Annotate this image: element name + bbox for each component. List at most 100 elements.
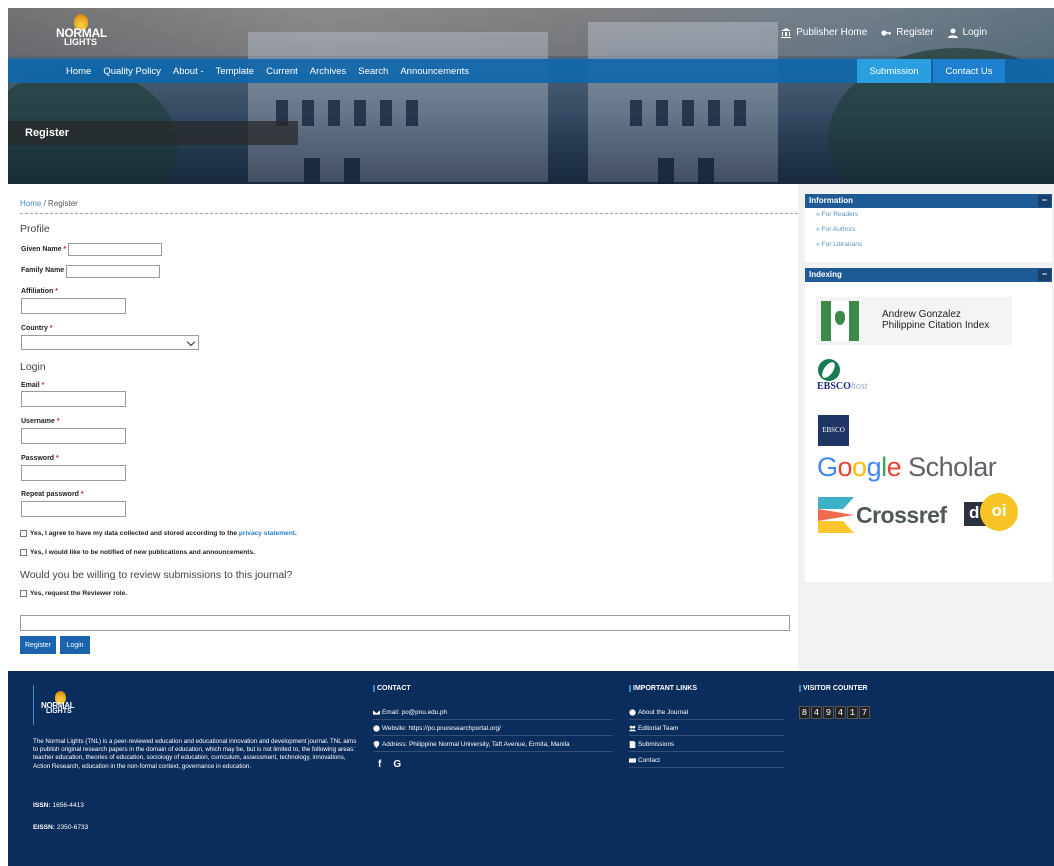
information-panel-header: Information − xyxy=(805,194,1052,208)
info-circle-icon xyxy=(629,709,636,716)
counter-digit: 9 xyxy=(823,706,834,719)
login-label: Login xyxy=(962,27,987,38)
for-librarians-link[interactable]: » For Librarians xyxy=(816,241,862,248)
key-icon xyxy=(881,29,892,36)
register-label: Register xyxy=(896,27,934,38)
information-panel: » For Readers » For Authors » For Librar… xyxy=(805,208,1052,262)
for-authors-link[interactable]: » For Authors xyxy=(816,226,856,233)
top-links: Publisher Home Register Login xyxy=(781,27,987,38)
journal-logo[interactable]: NORMAL LIGHTS xyxy=(56,14,116,47)
important-links-title: IMPORTANT LINKS xyxy=(629,685,697,692)
submissions-link[interactable]: Submissions xyxy=(629,741,784,752)
given-name-input[interactable] xyxy=(68,243,162,256)
breadcrumb-home[interactable]: Home xyxy=(20,199,41,208)
contact-us-button[interactable]: Contact Us xyxy=(933,59,1005,83)
reviewer-label: Yes, request the Reviewer role. xyxy=(30,590,128,597)
editorial-team-link[interactable]: Editorial Team xyxy=(629,725,784,736)
globe-icon xyxy=(373,725,380,732)
privacy-statement-link[interactable]: privacy statement xyxy=(239,530,295,537)
visitor-counter-title: VISITOR COUNTER xyxy=(799,685,867,692)
nav-home[interactable]: Home xyxy=(66,66,91,77)
nav-search[interactable]: Search xyxy=(358,66,388,77)
nav-announcements[interactable]: Announcements xyxy=(400,66,469,77)
contact-email[interactable]: Email: po@pnu.edu.ph xyxy=(373,709,613,720)
agpci-logo[interactable]: Andrew Gonzalez Philippine Citation Inde… xyxy=(816,297,1012,345)
privacy-consent-label: Yes, I agree to have my data collected a… xyxy=(30,530,297,537)
google-scholar-logo[interactable]: Google Scholar xyxy=(817,452,997,483)
username-label: Username * xyxy=(21,418,60,425)
eissn: EISSN: 2350-6733 xyxy=(33,824,89,831)
about-journal-link[interactable]: About the Journal xyxy=(629,709,784,720)
country-label: Country * xyxy=(21,325,53,332)
breadcrumb-current: Register xyxy=(48,199,78,208)
ebsco-logo[interactable]: EBSCO xyxy=(818,415,849,446)
password-label: Password * xyxy=(21,455,59,462)
breadcrumb-divider xyxy=(20,213,798,214)
contact-link[interactable]: Contact xyxy=(629,757,784,768)
counter-digit: 8 xyxy=(799,706,810,719)
privacy-consent-checkbox[interactable] xyxy=(20,530,27,537)
country-select[interactable] xyxy=(21,335,199,350)
counter-digit: 1 xyxy=(847,706,858,719)
nav-template[interactable]: Template xyxy=(216,66,255,77)
ebscohost-logo[interactable]: EBSCOhost xyxy=(817,381,868,392)
breadcrumb: Home / Register xyxy=(20,199,78,208)
contact-website[interactable]: Website: https://po.pnuresearchportal.or… xyxy=(373,725,613,736)
repeat-password-label: Repeat password * xyxy=(21,491,84,498)
submission-button[interactable]: Submission xyxy=(857,59,931,83)
crossref-logo[interactable]: Crossref xyxy=(856,502,947,529)
notify-option[interactable]: Yes, I would like to be notified of new … xyxy=(20,549,255,556)
chevron-down-icon xyxy=(186,337,196,347)
nav-quality-policy[interactable]: Quality Policy xyxy=(103,66,161,77)
family-name-label: Family Name xyxy=(21,267,65,274)
reviewer-interests-input[interactable] xyxy=(20,615,790,631)
footer-logo[interactable]: NORMAL LIGHTS xyxy=(41,691,85,719)
document-icon xyxy=(629,741,636,748)
register-button[interactable]: Register xyxy=(20,636,56,654)
collapse-icon[interactable]: − xyxy=(1038,195,1051,207)
main-nav: Home Quality Policy About - Template Cur… xyxy=(8,59,1054,83)
publisher-home-label: Publisher Home xyxy=(796,27,868,38)
family-name-input[interactable] xyxy=(66,265,160,278)
main-content: Home / Register Profile Given Name * Fam… xyxy=(8,184,798,670)
publisher-home-link[interactable]: Publisher Home xyxy=(781,27,867,38)
notify-checkbox[interactable] xyxy=(20,549,27,556)
user-icon xyxy=(947,28,958,38)
login-button[interactable]: Login xyxy=(60,636,90,654)
given-name-label: Given Name * xyxy=(21,246,67,253)
reviewer-option[interactable]: Yes, request the Reviewer role. xyxy=(20,590,127,597)
username-input[interactable] xyxy=(21,428,126,444)
nav-archives[interactable]: Archives xyxy=(310,66,346,77)
reviewer-checkbox[interactable] xyxy=(20,590,27,597)
collapse-icon[interactable]: − xyxy=(1038,269,1051,281)
email-input[interactable] xyxy=(21,391,126,407)
footer: NORMAL LIGHTS The Normal Lights (TNL) is… xyxy=(8,671,1054,866)
footer-about: The Normal Lights (TNL) is a peer-review… xyxy=(33,738,357,770)
facebook-icon[interactable]: f xyxy=(378,759,381,770)
envelope-icon xyxy=(629,758,636,763)
nav-about[interactable]: About - xyxy=(173,66,204,77)
bank-icon xyxy=(781,27,792,38)
indexing-title: Indexing xyxy=(809,270,842,279)
nav-menu: Home Quality Policy About - Template Cur… xyxy=(66,59,469,83)
affiliation-label: Affiliation * xyxy=(21,288,58,295)
login-heading: Login xyxy=(20,361,46,373)
ebsco-swoosh-icon xyxy=(818,359,840,381)
contact-address: Address: Philippine Normal University, T… xyxy=(373,741,613,752)
affiliation-input[interactable] xyxy=(21,298,126,314)
indexing-panel-header: Indexing − xyxy=(805,268,1052,282)
login-link[interactable]: Login xyxy=(947,27,987,38)
google-icon[interactable]: G xyxy=(393,759,401,770)
users-icon xyxy=(629,725,636,732)
repeat-password-input[interactable] xyxy=(21,501,126,517)
issn: ISSN: 1656-4413 xyxy=(33,802,84,809)
register-link[interactable]: Register xyxy=(881,27,934,38)
doi-logo[interactable]: oi xyxy=(980,493,1018,531)
privacy-consent[interactable]: Yes, I agree to have my data collected a… xyxy=(20,530,297,537)
for-readers-link[interactable]: » For Readers xyxy=(816,211,858,218)
nav-current[interactable]: Current xyxy=(266,66,298,77)
counter-digit: 4 xyxy=(811,706,822,719)
password-input[interactable] xyxy=(21,465,126,481)
agpci-text: Andrew Gonzalez Philippine Citation Inde… xyxy=(882,309,990,331)
pen-nib-icon xyxy=(821,301,859,341)
